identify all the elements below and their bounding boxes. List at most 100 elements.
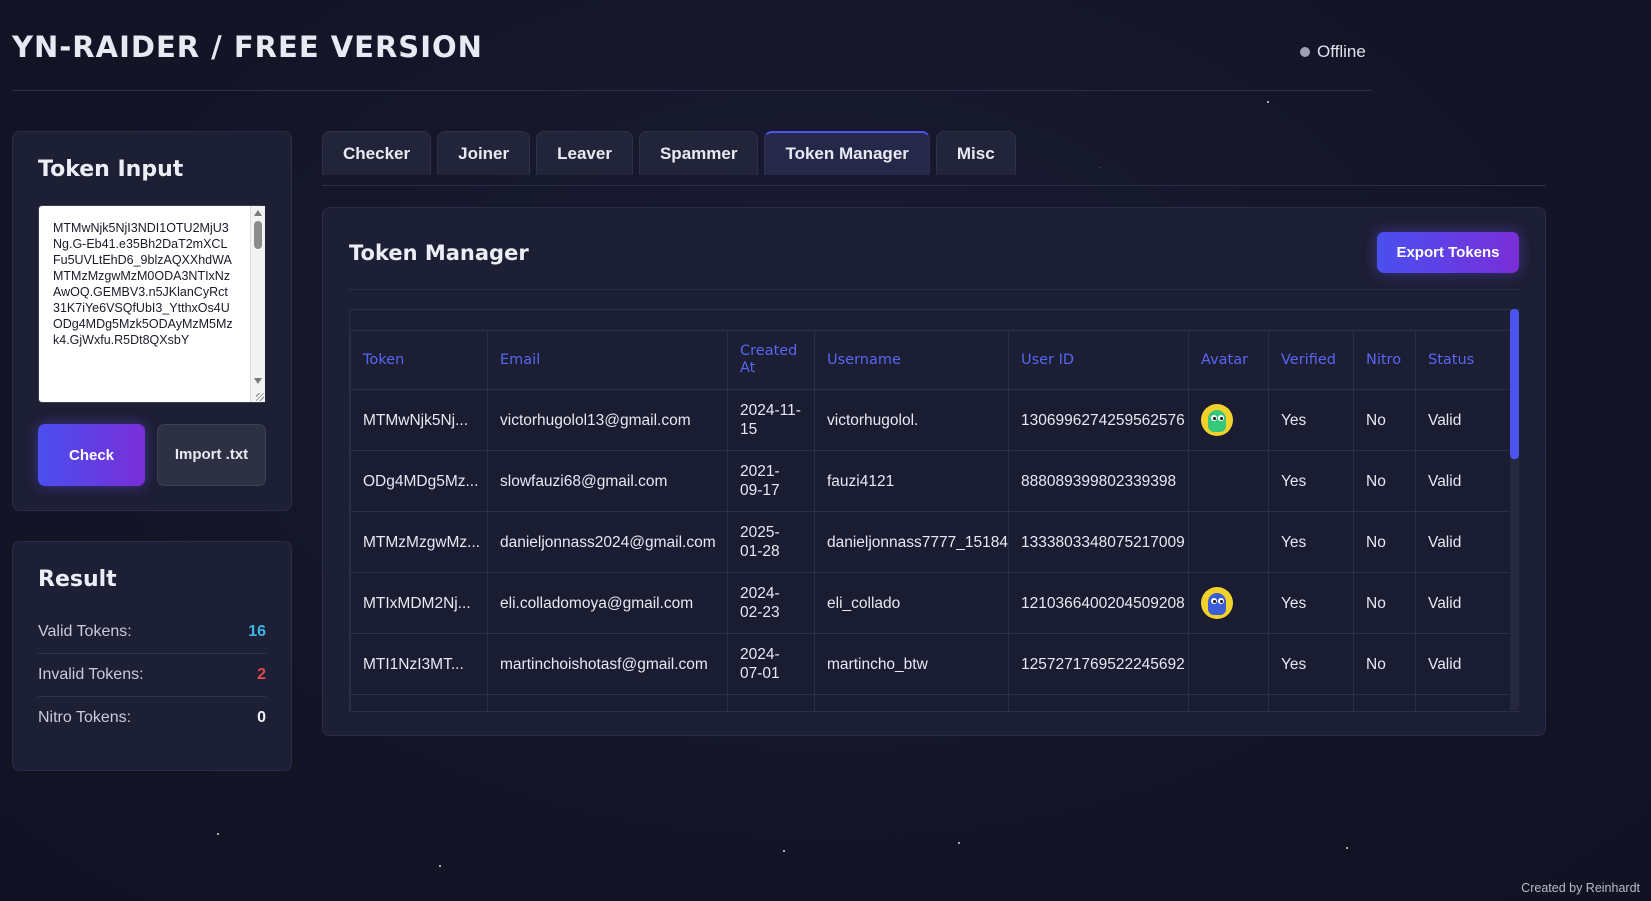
column-header-nitro[interactable]: Nitro: [1353, 330, 1416, 390]
result-row-valid: Valid Tokens: 16: [38, 610, 266, 654]
star-decoration: [1267, 101, 1269, 103]
column-header-email[interactable]: Email: [487, 330, 728, 390]
avatar-image: [1201, 404, 1233, 436]
token-table: Token Email Created At Username User ID …: [350, 330, 1511, 711]
table-row[interactable]: MTMwNjk5Nj... victorhugolol13@gmail.com …: [350, 389, 1511, 451]
result-value-valid: 16: [248, 622, 266, 640]
cell-user-id: 1210366400204509208: [1008, 572, 1189, 634]
cell-username: victorhugolol.: [814, 389, 1009, 451]
table-row[interactable]: MTI1NzI3MT... martinchoishotasf@gmail.co…: [350, 633, 1511, 695]
cell-nitro: No: [1353, 511, 1416, 573]
cell-verified: Yes: [1268, 633, 1354, 695]
star-decoration: [217, 833, 219, 835]
column-header-token[interactable]: Token: [350, 330, 488, 390]
app-title: YN-RAIDER / FREE VERSION: [12, 30, 483, 64]
star-decoration: [958, 842, 960, 844]
result-value-nitro: 0: [257, 708, 266, 726]
cell-username: [814, 694, 1009, 711]
avatar-image: [1201, 587, 1233, 619]
cell-email: [487, 694, 728, 711]
cell-avatar: [1188, 511, 1269, 573]
column-header-user-id[interactable]: User ID: [1008, 330, 1189, 390]
cell-verified: Yes: [1268, 450, 1354, 512]
tab-spammer[interactable]: Spammer: [638, 131, 759, 175]
cell-avatar: [1188, 450, 1269, 512]
cell-username: eli_collado: [814, 572, 1009, 634]
star-decoration: [783, 850, 785, 852]
token-input-title: Token Input: [38, 157, 184, 182]
cell-nitro: No: [1353, 572, 1416, 634]
column-header-status[interactable]: Status: [1415, 330, 1511, 390]
table-scrollbar[interactable]: [1510, 309, 1519, 710]
resize-grip-icon[interactable]: [256, 393, 264, 401]
cell-avatar: [1188, 572, 1269, 634]
cell-nitro: No: [1353, 633, 1416, 695]
cell-email: victorhugolol13@gmail.com: [487, 389, 728, 451]
cell-nitro: No: [1353, 450, 1416, 512]
scrollbar-thumb[interactable]: [254, 221, 262, 249]
column-header-verified[interactable]: Verified: [1268, 330, 1354, 390]
cell-status: Valid: [1415, 511, 1511, 573]
cell-status: Valid: [1415, 450, 1511, 512]
cell-token: MTIxMDM2Nj...: [350, 572, 488, 634]
check-button[interactable]: Check: [38, 424, 145, 486]
scroll-up-icon[interactable]: [254, 210, 262, 216]
cell-status: [1415, 694, 1511, 711]
tab-token-manager[interactable]: Token Manager: [764, 131, 930, 175]
tab-misc[interactable]: Misc: [935, 131, 1016, 175]
tab-joiner[interactable]: Joiner: [437, 131, 531, 175]
column-header-created-at[interactable]: Created At: [727, 330, 815, 390]
result-row-nitro: Nitro Tokens: 0: [38, 696, 266, 739]
token-input-panel: Token Input Check Import .txt: [12, 131, 292, 511]
cell-verified: Yes: [1268, 572, 1354, 634]
result-label: Nitro Tokens:: [38, 708, 132, 726]
cell-created-at: 2025-01-28: [727, 511, 815, 573]
table-header-row: Token Email Created At Username User ID …: [350, 330, 1511, 390]
cell-user-id: 1257271769522245692: [1008, 633, 1189, 695]
cell-status: Valid: [1415, 572, 1511, 634]
result-title: Result: [38, 567, 117, 592]
result-panel: Result Valid Tokens: 16 Invalid Tokens: …: [12, 541, 292, 771]
card-divider: [349, 289, 1519, 290]
table-row[interactable]: ODg4MDg5Mz... slowfauzi68@gmail.com 2021…: [350, 450, 1511, 512]
cell-token: [350, 694, 488, 711]
column-header-avatar[interactable]: Avatar: [1188, 330, 1269, 390]
cell-token: ODg4MDg5Mz...: [350, 450, 488, 512]
cell-status: Valid: [1415, 633, 1511, 695]
star-decoration: [1346, 847, 1348, 849]
cell-token: MTMwNjk5Nj...: [350, 389, 488, 451]
table-row[interactable]: MTIxMDM2Nj... eli.colladomoya@gmail.com …: [350, 572, 1511, 634]
token-table-container[interactable]: Token Email Created At Username User ID …: [349, 309, 1520, 712]
export-tokens-button[interactable]: Export Tokens: [1377, 232, 1519, 273]
tab-bar: Checker Joiner Leaver Spammer Token Mana…: [322, 131, 1016, 175]
cell-email: danieljonnass2024@gmail.com: [487, 511, 728, 573]
cell-nitro: No: [1353, 389, 1416, 451]
cell-username: danieljonnass7777_15184: [814, 511, 1009, 573]
cell-email: slowfauzi68@gmail.com: [487, 450, 728, 512]
result-label: Valid Tokens:: [38, 622, 132, 640]
import-txt-button[interactable]: Import .txt: [157, 424, 266, 486]
cell-token: MTMzMzgwMz...: [350, 511, 488, 573]
cell-created-at: 2021-09-17: [727, 450, 815, 512]
cell-created-at: 2024-11-15: [727, 389, 815, 451]
cell-avatar: [1188, 389, 1269, 451]
status-label: Offline: [1317, 42, 1366, 61]
cell-nitro: [1353, 694, 1416, 711]
cell-created-at: 2024-02-23: [727, 572, 815, 634]
column-header-username[interactable]: Username: [814, 330, 1009, 390]
cell-username: martincho_btw: [814, 633, 1009, 695]
cell-email: martinchoishotasf@gmail.com: [487, 633, 728, 695]
table-row[interactable]: [350, 694, 1511, 711]
cell-created-at: [727, 694, 815, 711]
tab-checker[interactable]: Checker: [322, 131, 432, 175]
connection-status: Offline: [1300, 42, 1366, 62]
table-scrollbar-thumb[interactable]: [1510, 309, 1519, 459]
cell-verified: [1268, 694, 1354, 711]
token-textarea[interactable]: [38, 205, 265, 403]
table-row[interactable]: MTMzMzgwMz... danieljonnass2024@gmail.co…: [350, 511, 1511, 573]
header-divider: [12, 90, 1372, 91]
scroll-down-icon[interactable]: [254, 378, 262, 384]
cell-token: MTI1NzI3MT...: [350, 633, 488, 695]
textarea-scrollbar[interactable]: [250, 206, 265, 402]
tab-leaver[interactable]: Leaver: [536, 131, 633, 175]
